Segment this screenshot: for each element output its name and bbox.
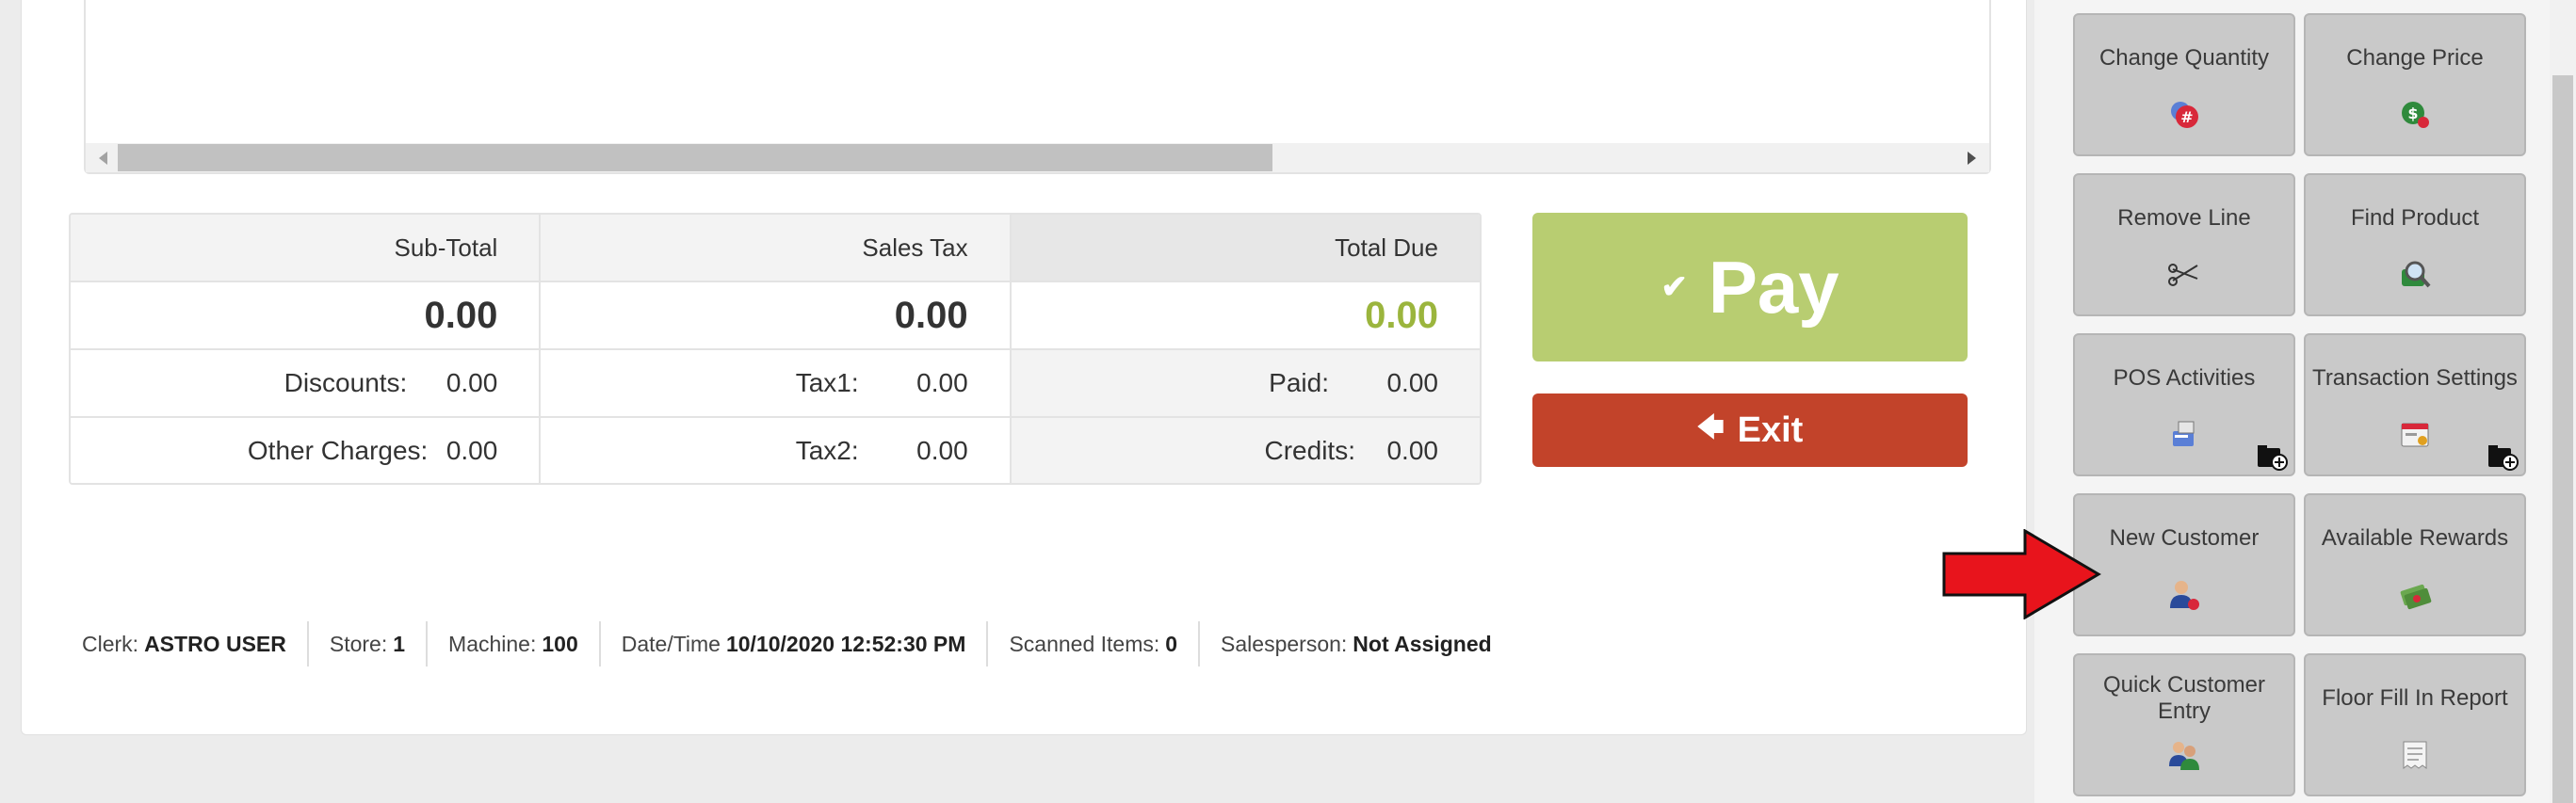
floor-fill-in-report-button[interactable]: Floor Fill In Report bbox=[2304, 653, 2526, 796]
quantity-hash-icon: # bbox=[2165, 96, 2203, 134]
pay-button-label: Pay bbox=[1708, 245, 1839, 329]
horizontal-scrollbar[interactable] bbox=[86, 143, 1989, 172]
pos-activities-button[interactable]: POS Activities bbox=[2073, 333, 2295, 476]
exit-button[interactable]: 🡄 Exit bbox=[1532, 393, 1968, 467]
status-clerk: Clerk: ASTRO USER bbox=[67, 621, 309, 666]
svg-text:#: # bbox=[2180, 108, 2193, 126]
credits-label: Credits: bbox=[1264, 435, 1355, 465]
total-due-value: 0.00 bbox=[1011, 282, 1480, 350]
pos-main-panel: Sub-Total 0.00 Discounts: 0.00 Other Cha… bbox=[21, 0, 2027, 735]
subtotal-column: Sub-Total 0.00 Discounts: 0.00 Other Cha… bbox=[71, 215, 542, 483]
find-product-button[interactable]: Find Product bbox=[2304, 173, 2526, 316]
pointer-arrow-annotation bbox=[1942, 529, 2101, 619]
total-due-column: Total Due 0.00 Paid: 0.00 Credits: 0.00 bbox=[1011, 215, 1480, 483]
tax1-row: Tax1: 0.00 bbox=[541, 350, 1010, 418]
tax2-label: Tax2: bbox=[795, 435, 859, 465]
status-store: Store: 1 bbox=[309, 621, 429, 666]
report-icon bbox=[2396, 736, 2434, 774]
status-scanned-items: Scanned Items: 0 bbox=[988, 621, 1201, 666]
tax1-label: Tax1: bbox=[795, 368, 859, 397]
vertical-scrollbar-thumb[interactable] bbox=[2552, 75, 2573, 803]
change-quantity-button[interactable]: Change Quantity # bbox=[2073, 13, 2295, 156]
scrollbar-thumb[interactable] bbox=[118, 144, 1272, 171]
new-customer-button[interactable]: New Customer bbox=[2073, 493, 2295, 636]
total-due-header: Total Due bbox=[1011, 215, 1480, 282]
status-bar: Clerk: ASTRO USER Store: 1 Machine: 100 Dat… bbox=[67, 621, 1513, 666]
change-price-button[interactable]: Change Price $ bbox=[2304, 13, 2526, 156]
checkmark-icon: ✔ bbox=[1661, 269, 1688, 305]
transaction-settings-button[interactable]: Transaction Settings bbox=[2304, 333, 2526, 476]
price-tag-icon: $ bbox=[2396, 96, 2434, 134]
other-charges-value: 0.00 bbox=[446, 435, 498, 465]
magnifier-icon bbox=[2396, 256, 2434, 294]
tax2-value: 0.00 bbox=[916, 435, 968, 465]
available-rewards-button[interactable]: Available Rewards bbox=[2304, 493, 2526, 636]
other-charges-row: Other Charges: 0.00 bbox=[71, 418, 540, 483]
other-charges-label: Other Charges: bbox=[247, 435, 429, 465]
credits-row: Credits: 0.00 bbox=[1011, 418, 1480, 483]
scissors-icon bbox=[2165, 256, 2203, 294]
tax1-value: 0.00 bbox=[916, 368, 968, 397]
paid-label: Paid: bbox=[1269, 368, 1329, 397]
subtotal-header: Sub-Total bbox=[71, 215, 540, 282]
totals-table: Sub-Total 0.00 Discounts: 0.00 Other Cha… bbox=[69, 213, 1482, 485]
vertical-scrollbar[interactable] bbox=[2550, 0, 2576, 803]
status-salesperson: Salesperson: Not Assigned bbox=[1221, 631, 1492, 656]
folder-add-icon bbox=[2258, 445, 2288, 471]
transaction-settings-icon bbox=[2396, 416, 2434, 454]
status-datetime: Date/Time 10/10/2020 12:52:30 PM bbox=[601, 621, 989, 666]
new-customer-icon bbox=[2165, 576, 2203, 614]
scroll-right-arrow[interactable] bbox=[1968, 152, 1976, 165]
sales-tax-header: Sales Tax bbox=[541, 215, 1010, 282]
discounts-row: Discounts: 0.00 bbox=[71, 350, 540, 418]
folder-add-icon bbox=[2488, 445, 2519, 471]
paid-row: Paid: 0.00 bbox=[1011, 350, 1480, 418]
rewards-icon bbox=[2396, 576, 2434, 614]
credits-value: 0.00 bbox=[1386, 435, 1438, 465]
svg-text:$: $ bbox=[2407, 104, 2418, 122]
sales-tax-value: 0.00 bbox=[541, 282, 1010, 350]
scroll-left-arrow[interactable] bbox=[99, 152, 107, 165]
discounts-value: 0.00 bbox=[446, 368, 498, 397]
line-items-grid bbox=[84, 0, 1991, 174]
pos-activities-icon bbox=[2165, 416, 2203, 454]
paid-value: 0.00 bbox=[1386, 368, 1438, 397]
arrow-left-icon: 🡄 bbox=[1696, 412, 1725, 442]
remove-line-button[interactable]: Remove Line bbox=[2073, 173, 2295, 316]
sales-tax-column: Sales Tax 0.00 Tax1: 0.00 Tax2: 0.00 bbox=[541, 215, 1012, 483]
exit-button-label: Exit bbox=[1737, 410, 1804, 450]
discounts-label: Discounts: bbox=[284, 368, 408, 397]
pay-button[interactable]: ✔ Pay bbox=[1532, 213, 1968, 361]
status-machine: Machine: 100 bbox=[428, 621, 601, 666]
subtotal-value: 0.00 bbox=[71, 282, 540, 350]
quick-customer-icon bbox=[2165, 736, 2203, 774]
tax2-row: Tax2: 0.00 bbox=[541, 418, 1010, 483]
quick-customer-entry-button[interactable]: Quick Customer Entry bbox=[2073, 653, 2295, 796]
